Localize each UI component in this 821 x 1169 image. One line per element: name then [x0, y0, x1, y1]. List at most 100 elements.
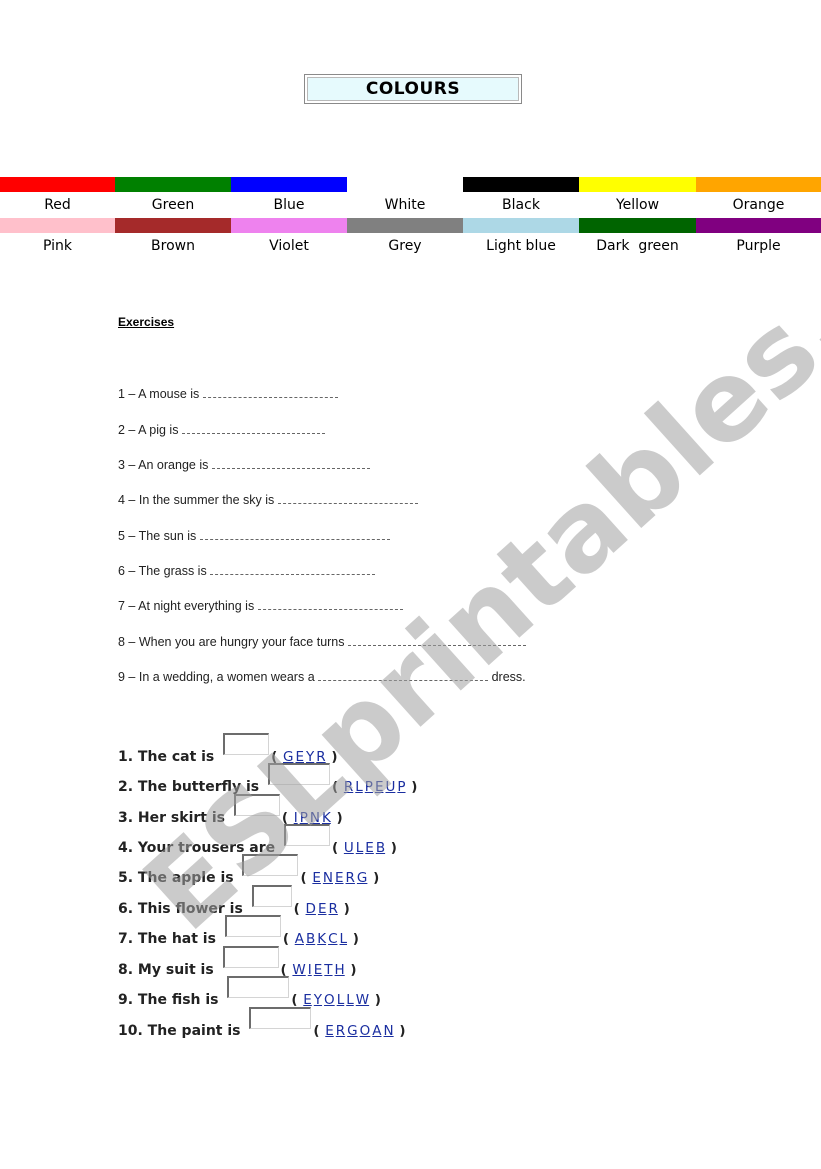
question-text: 9. The fish is: [118, 992, 224, 1008]
close-paren: ): [386, 840, 397, 856]
colour-label: Red: [44, 197, 71, 213]
colour-bar: [231, 177, 347, 192]
fill-in-item: 3 – An orange is: [118, 456, 370, 472]
letter-link[interactable]: E: [318, 901, 327, 917]
letter-link[interactable]: P: [397, 779, 405, 795]
close-paren: ): [348, 931, 359, 947]
letter-link[interactable]: O: [324, 992, 335, 1008]
letter-link[interactable]: U: [344, 840, 354, 856]
letter-link[interactable]: G: [357, 870, 367, 886]
letter-link[interactable]: U: [385, 779, 395, 795]
answer-blank[interactable]: [210, 562, 376, 575]
answer-blank[interactable]: [202, 385, 338, 398]
question-text: 3. Her skirt is: [118, 810, 230, 826]
letter-link[interactable]: E: [335, 870, 344, 886]
letter-link[interactable]: L: [337, 992, 345, 1008]
letter-link[interactable]: L: [346, 992, 354, 1008]
colour-swatch: Purple: [696, 218, 821, 255]
answer-input[interactable]: [224, 915, 281, 937]
colour-label: Orange: [732, 197, 785, 213]
scrambled-letters: ( ABKCL ): [283, 931, 359, 947]
letter-link[interactable]: E: [375, 779, 384, 795]
letter-link[interactable]: N: [323, 870, 333, 886]
letter-link[interactable]: E: [303, 992, 312, 1008]
letter-link[interactable]: H: [335, 962, 345, 978]
answer-input[interactable]: [249, 1007, 312, 1029]
colour-bar: [115, 177, 231, 192]
close-paren: ): [331, 810, 343, 826]
colour-bar: [347, 218, 463, 233]
question-text: 9 – In a wedding, a women wears a: [118, 670, 319, 684]
colour-swatch: Violet: [231, 218, 347, 255]
open-paren: (: [332, 840, 343, 856]
answer-blank[interactable]: [257, 597, 403, 610]
letter-link[interactable]: N: [384, 1023, 394, 1039]
fill-in-item: 9 – In a wedding, a women wears a dress.: [118, 668, 526, 684]
letter-link[interactable]: W: [356, 992, 369, 1008]
scrambled-letters: ( ERGOAN ): [313, 1023, 405, 1039]
colour-label: Grey: [388, 238, 422, 254]
letter-link[interactable]: E: [312, 870, 321, 886]
question-text: 5 – The sun is: [118, 529, 200, 543]
letter-link[interactable]: O: [360, 1023, 371, 1039]
open-paren: (: [282, 931, 294, 947]
answer-blank[interactable]: [211, 456, 370, 469]
letter-link[interactable]: I: [308, 962, 312, 978]
letter-link[interactable]: K: [317, 931, 326, 947]
letter-link[interactable]: R: [346, 870, 355, 886]
letter-link[interactable]: L: [355, 779, 363, 795]
fill-in-item: 1 – A mouse is: [118, 385, 338, 401]
colour-bar: [579, 218, 696, 233]
answer-input[interactable]: [251, 885, 292, 907]
letter-link[interactable]: E: [314, 962, 323, 978]
colour-bar: [231, 218, 347, 233]
close-paren: ): [368, 870, 380, 886]
close-paren: ): [370, 992, 381, 1008]
answer-input[interactable]: [222, 946, 279, 968]
colour-label: Dark green: [596, 238, 679, 254]
answer-blank[interactable]: [277, 491, 418, 504]
letter-link[interactable]: L: [356, 840, 364, 856]
letter-link[interactable]: W: [292, 962, 305, 978]
answer-input[interactable]: [223, 733, 270, 755]
scrambled-letters: ( ULEB ): [332, 840, 397, 856]
letter-link[interactable]: B: [376, 840, 385, 856]
answer-input[interactable]: [267, 763, 330, 785]
colour-bar: [696, 177, 821, 192]
scrambled-letters: ( DER ): [294, 901, 350, 917]
answer-blank[interactable]: [318, 668, 489, 681]
colour-bar: [0, 177, 115, 192]
letter-link[interactable]: R: [336, 1023, 345, 1039]
colour-swatch: Black: [463, 177, 579, 214]
letter-link[interactable]: T: [324, 962, 332, 978]
answer-input[interactable]: [227, 976, 290, 998]
answer-input[interactable]: [284, 824, 330, 846]
scrambled-letters: ( RLPEUP ): [332, 779, 417, 795]
answer-input[interactable]: [242, 854, 299, 876]
answer-blank[interactable]: [348, 633, 526, 646]
letter-link[interactable]: Y: [314, 992, 322, 1008]
colour-label: Pink: [42, 238, 72, 254]
letter-link[interactable]: D: [306, 901, 316, 917]
colour-bar: [463, 177, 579, 192]
colour-label: Black: [502, 197, 540, 213]
letter-link[interactable]: E: [325, 1023, 334, 1039]
letter-link[interactable]: A: [295, 931, 304, 947]
letter-link[interactable]: B: [306, 931, 315, 947]
answer-blank[interactable]: [181, 421, 325, 434]
scrambled-item: 7. The hat is ( ABKCL ): [118, 915, 359, 947]
letter-link[interactable]: L: [340, 931, 348, 947]
letter-link[interactable]: E: [365, 840, 374, 856]
letter-link[interactable]: G: [347, 1023, 357, 1039]
colour-bar: [0, 218, 115, 233]
letter-link[interactable]: C: [328, 931, 337, 947]
letter-link[interactable]: P: [365, 779, 373, 795]
scrambled-letters: ( WIETH ): [281, 962, 357, 978]
answer-input[interactable]: [233, 794, 280, 816]
letter-link[interactable]: R: [344, 779, 353, 795]
letter-link[interactable]: R: [328, 901, 337, 917]
colour-swatch: Green: [115, 177, 231, 214]
letter-link[interactable]: A: [372, 1023, 381, 1039]
answer-blank[interactable]: [199, 527, 390, 540]
question-text: 10. The paint is: [118, 1023, 246, 1039]
